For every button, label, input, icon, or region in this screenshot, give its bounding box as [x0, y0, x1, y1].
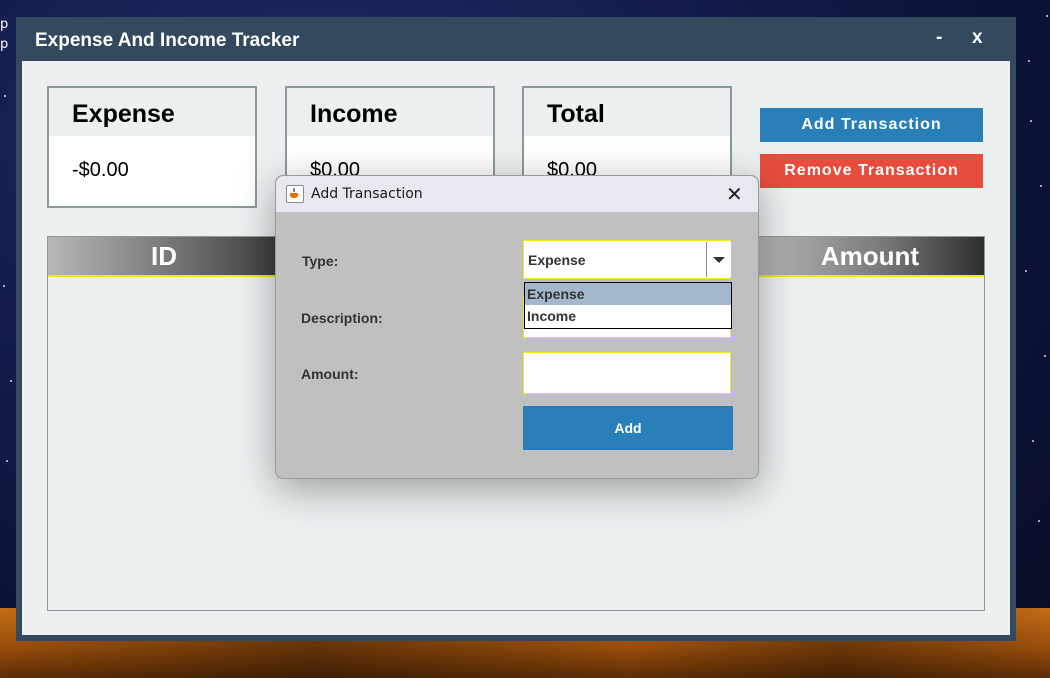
app-titlebar[interactable]: Expense And Income Tracker - x	[16, 17, 1016, 61]
type-option-expense[interactable]: Expense	[525, 283, 731, 305]
amount-label: Amount:	[301, 366, 359, 382]
amount-field[interactable]	[523, 352, 731, 394]
dialog-close-icon[interactable]: ✕	[726, 182, 743, 206]
type-select[interactable]: Expense	[523, 240, 731, 279]
total-card-title: Total	[547, 100, 605, 128]
remove-transaction-button[interactable]: Remove Transaction	[760, 154, 983, 188]
column-header-id[interactable]: ID	[48, 237, 280, 275]
type-label: Type:	[302, 253, 339, 269]
chevron-down-icon[interactable]	[706, 242, 731, 277]
close-button[interactable]: x	[972, 27, 983, 49]
type-dropdown-list[interactable]: Expense Income	[524, 282, 732, 329]
minimize-button[interactable]: -	[936, 27, 942, 49]
add-transaction-dialog: Add Transaction ✕ Type: Description: Amo…	[275, 175, 759, 479]
type-select-value: Expense	[528, 252, 586, 268]
expense-card-title: Expense	[72, 100, 175, 128]
income-card-title: Income	[310, 100, 398, 128]
description-label: Description:	[301, 310, 383, 326]
add-button[interactable]: Add	[523, 406, 733, 450]
desktop-icon-label[interactable]: p p	[0, 15, 8, 55]
dialog-titlebar[interactable]: Add Transaction ✕	[276, 176, 758, 212]
expense-card: Expense -$0.00	[47, 86, 257, 208]
add-transaction-button[interactable]: Add Transaction	[760, 108, 983, 142]
type-option-income[interactable]: Income	[525, 305, 731, 327]
dialog-title: Add Transaction	[311, 186, 423, 202]
expense-card-value: -$0.00	[72, 159, 129, 181]
java-app-icon	[286, 185, 304, 203]
column-header-amount[interactable]: Amount	[756, 237, 984, 275]
app-title: Expense And Income Tracker	[35, 30, 300, 51]
